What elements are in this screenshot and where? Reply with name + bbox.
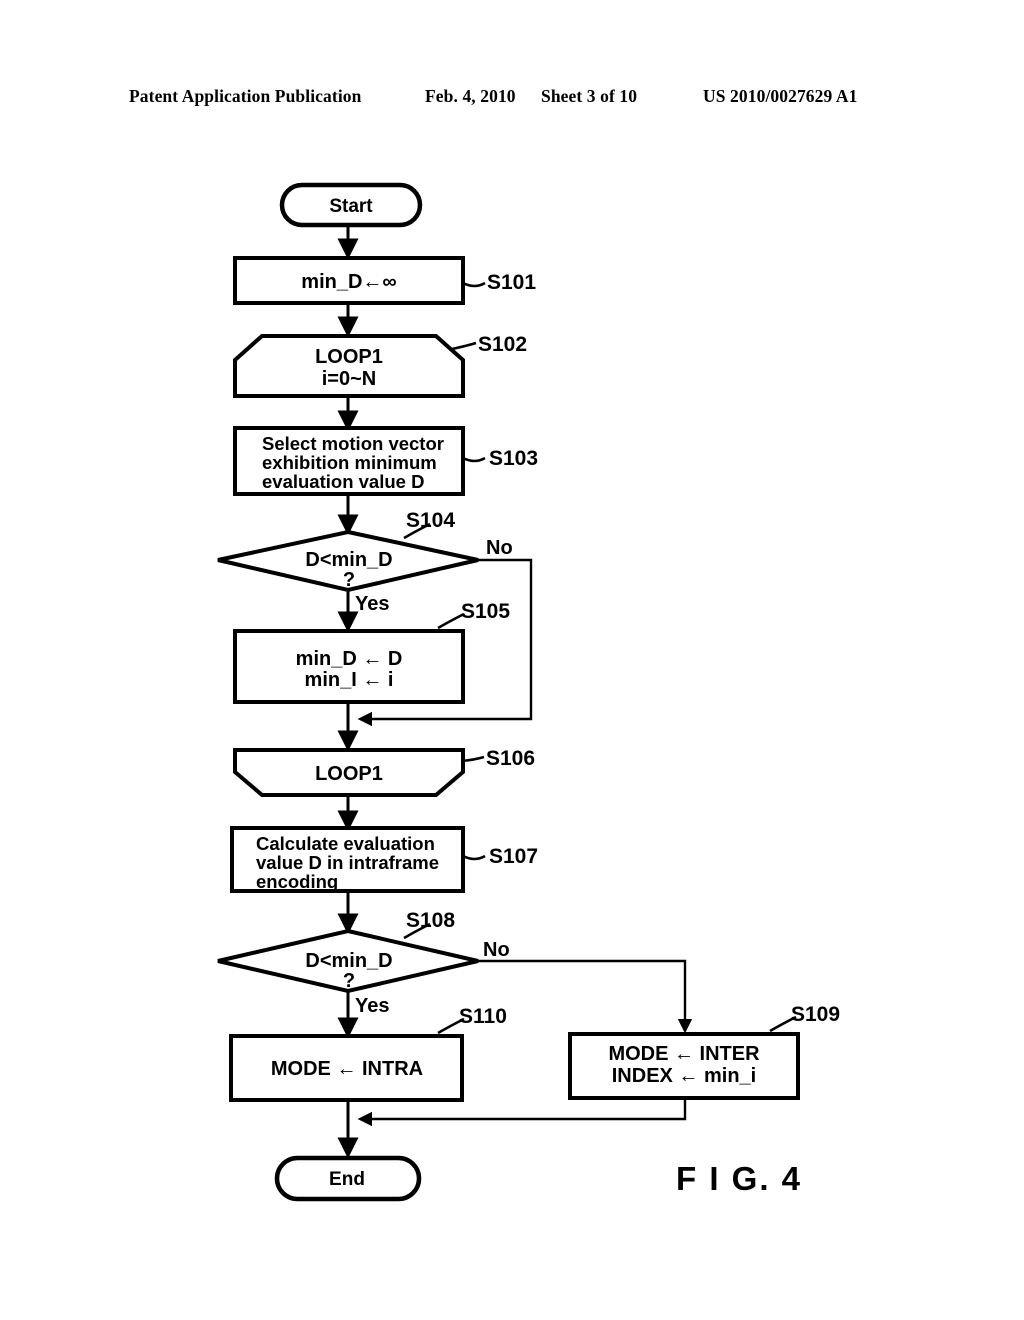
s107-step-label: S107 — [489, 845, 538, 868]
s104-text-line1: D<min_D — [305, 549, 392, 571]
s104-branch-no-label: No — [486, 537, 513, 559]
figure-caption: F I G. 4 — [676, 1160, 803, 1197]
s108-branch-no-label: No — [483, 939, 510, 961]
s109-text-line2: INDEX ← min_i — [612, 1065, 756, 1087]
s105-step-label: S105 — [461, 600, 510, 623]
start-label: Start — [329, 196, 373, 217]
s108-branch-yes-label: Yes — [355, 995, 389, 1017]
s106-step-label: S106 — [486, 747, 535, 770]
s102-leader-line — [451, 341, 477, 351]
s105-text-line2: min_I ← i — [305, 669, 394, 691]
node-start[interactable]: Start — [279, 182, 423, 228]
s107-text-line1: Calculate evaluation — [256, 833, 435, 854]
s107-text-line2: value D in intraframe — [256, 852, 439, 873]
node-s110[interactable]: MODE ← INTRA S110 — [229, 1005, 507, 1102]
end-label: End — [329, 1169, 365, 1190]
s102-step-label: S102 — [478, 333, 527, 356]
s110-text-line1: MODE ← INTRA — [271, 1058, 423, 1080]
s101-leader-line — [462, 281, 486, 288]
s105-text-line1: min_D ← D — [296, 648, 403, 670]
node-s102[interactable]: LOOP1 i=0~N S102 — [233, 333, 527, 398]
node-s108[interactable]: D<min_D ? S108 No Yes — [217, 909, 510, 1017]
node-end[interactable]: End — [274, 1155, 422, 1202]
s107-text-line3: encoding — [256, 871, 338, 892]
s104-text-line2: ? — [343, 569, 355, 591]
node-s109[interactable]: MODE ← INTER INDEX ← min_i S109 — [568, 1003, 840, 1100]
node-s103[interactable]: Select motion vector exhibition minimum … — [233, 426, 538, 496]
s106-text-line1: LOOP1 — [315, 763, 383, 785]
s102-text-line2: i=0~N — [322, 368, 376, 390]
s102-text-line1: LOOP1 — [315, 346, 383, 368]
s104-branch-yes-label: Yes — [355, 593, 389, 615]
connector-s108-no-to-s109 — [478, 959, 693, 1034]
s101-step-label: S101 — [487, 271, 536, 294]
s101-text-line1: min_D←∞ — [301, 271, 396, 293]
node-s101[interactable]: min_D←∞ S101 — [233, 256, 536, 305]
s109-step-label: S109 — [791, 1003, 840, 1026]
s110-step-label: S110 — [459, 1005, 507, 1028]
s108-step-label: S108 — [406, 909, 455, 932]
node-s105[interactable]: min_D ← D min_I ← i S105 — [233, 600, 510, 704]
s109-text-line1: MODE ← INTER — [608, 1043, 760, 1065]
s104-step-label: S104 — [406, 509, 455, 532]
s103-step-label: S103 — [489, 447, 538, 470]
s108-text-line2: ? — [343, 970, 355, 992]
node-s106[interactable]: LOOP1 S106 — [233, 747, 535, 797]
flowchart-diagram: Start min_D←∞ S101 LOOP1 i=0~N S102 Sele… — [0, 0, 1024, 1320]
s108-text-line1: D<min_D — [305, 950, 392, 972]
s107-leader-line — [462, 854, 486, 861]
s103-leader-line — [462, 456, 486, 463]
node-s107[interactable]: Calculate evaluation value D in intrafra… — [230, 826, 538, 893]
s103-text-line3: evaluation value D — [262, 471, 424, 492]
s103-text-line2: exhibition minimum — [262, 452, 437, 473]
s103-text-line1: Select motion vector — [262, 433, 444, 454]
